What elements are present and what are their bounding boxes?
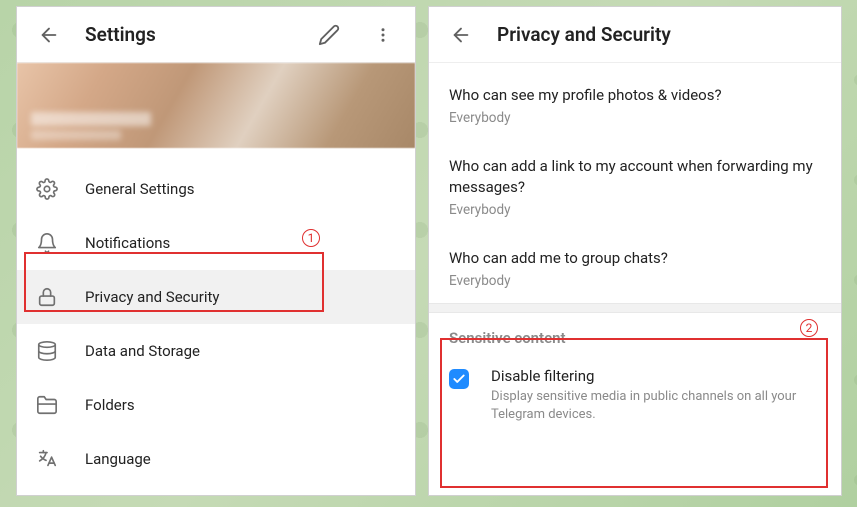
gear-icon <box>35 177 59 201</box>
privacy-row-forward-link[interactable]: Who can add a link to my account when fo… <box>429 140 841 232</box>
privacy-panel: Privacy and Security Who can see my prof… <box>428 6 842 496</box>
privacy-value: Everybody <box>449 110 821 126</box>
privacy-row-group-chats[interactable]: Who can add me to group chats? Everybody <box>429 232 841 303</box>
privacy-question: Who can add me to group chats? <box>449 248 821 268</box>
more-button[interactable] <box>365 17 401 53</box>
disable-filtering-checkbox[interactable] <box>449 369 469 389</box>
settings-menu: General Settings Notifications Privacy a… <box>17 162 415 495</box>
bell-icon <box>35 231 59 255</box>
privacy-header: Privacy and Security <box>429 7 841 63</box>
menu-item-label: General Settings <box>85 180 195 198</box>
disable-filtering-label: Disable filtering <box>491 367 821 385</box>
section-divider <box>429 303 841 313</box>
menu-item-folders[interactable]: Folders <box>17 378 415 432</box>
menu-item-label: Notifications <box>85 234 170 252</box>
arrow-left-icon <box>450 24 472 46</box>
menu-item-label: Data and Storage <box>85 342 200 360</box>
privacy-value: Everybody <box>449 202 821 218</box>
menu-item-label: Folders <box>85 396 135 414</box>
menu-item-notifications[interactable]: Notifications <box>17 216 415 270</box>
menu-item-label: Privacy and Security <box>85 288 220 306</box>
edit-button[interactable] <box>311 17 347 53</box>
privacy-body: Who can see my profile photos & videos? … <box>429 63 841 495</box>
profile-name-blurred <box>31 112 151 140</box>
database-icon <box>35 339 59 363</box>
back-button[interactable] <box>443 17 479 53</box>
pencil-icon <box>318 24 340 46</box>
profile-cover-image[interactable] <box>17 63 415 148</box>
check-icon <box>452 372 466 386</box>
menu-item-privacy-security[interactable]: Privacy and Security <box>17 270 415 324</box>
menu-item-language[interactable]: Language <box>17 432 415 486</box>
folder-icon <box>35 393 59 417</box>
language-icon <box>35 447 59 471</box>
lock-icon <box>35 285 59 309</box>
privacy-title: Privacy and Security <box>497 23 827 46</box>
privacy-question: Who can add a link to my account when fo… <box>449 156 821 197</box>
privacy-question: Who can see my profile photos & videos? <box>449 85 821 105</box>
settings-title: Settings <box>85 23 293 46</box>
back-button[interactable] <box>31 17 67 53</box>
settings-panel: Settings General Settings Notifications <box>16 6 416 496</box>
menu-item-data-storage[interactable]: Data and Storage <box>17 324 415 378</box>
menu-item-general-settings[interactable]: General Settings <box>17 162 415 216</box>
disable-filtering-description: Display sensitive media in public channe… <box>491 388 821 423</box>
menu-item-label: Language <box>85 450 151 468</box>
more-vertical-icon <box>374 26 392 44</box>
disable-filtering-row[interactable]: Disable filtering Display sensitive medi… <box>429 351 841 439</box>
settings-header: Settings <box>17 7 415 63</box>
privacy-row-profile-photos[interactable]: Who can see my profile photos & videos? … <box>429 69 841 140</box>
sensitive-content-heading: Sensitive content <box>429 313 841 351</box>
arrow-left-icon <box>38 24 60 46</box>
privacy-value: Everybody <box>449 273 821 289</box>
